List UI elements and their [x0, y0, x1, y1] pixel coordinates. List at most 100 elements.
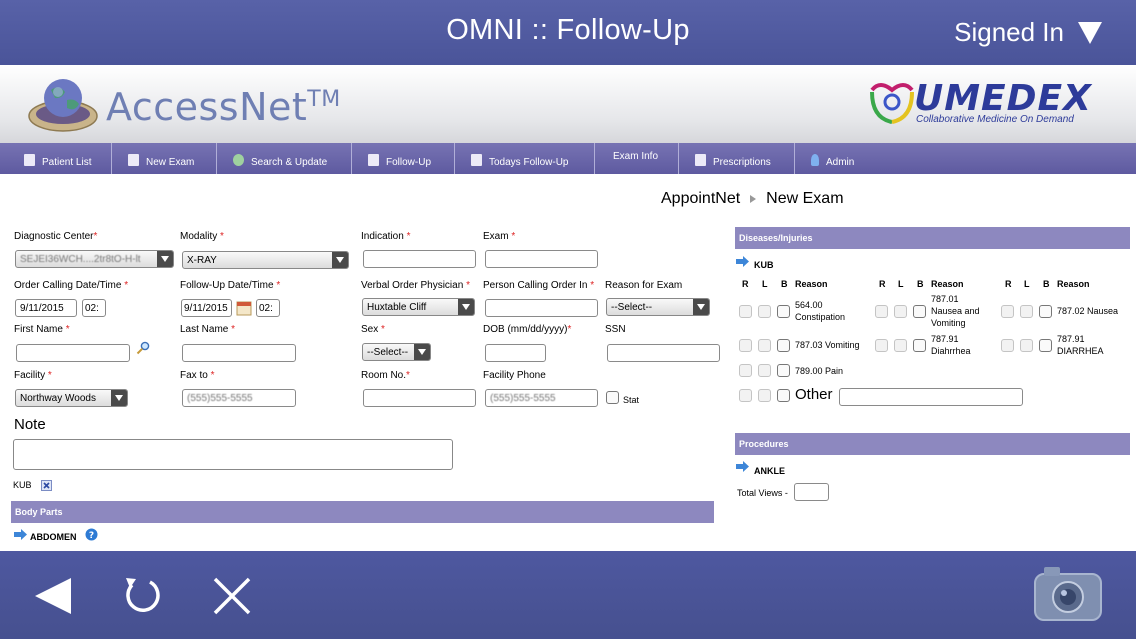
disease-l-checkbox[interactable] [1020, 305, 1033, 318]
disease-b-checkbox[interactable] [1039, 305, 1052, 318]
dob-input[interactable] [485, 344, 546, 362]
calendar-icon[interactable] [236, 300, 252, 316]
disease-b-checkbox[interactable] [777, 389, 790, 402]
breadcrumb-parent[interactable]: AppointNet [661, 190, 740, 208]
stat-label: Stat [623, 395, 640, 405]
reason-exam-select[interactable]: --Select-- [606, 298, 710, 316]
diagnostic-center-select[interactable]: SEJEI36WCH....2tr8tO-H-lt [15, 250, 174, 268]
disease-l-checkbox[interactable] [894, 339, 907, 352]
first-name-input[interactable] [16, 344, 130, 362]
arrow-right-icon [736, 256, 749, 267]
facility-phone-input[interactable]: (555)555-5555 [485, 389, 598, 407]
disease-r-checkbox[interactable] [739, 339, 752, 352]
nav-exam-info[interactable]: Exam Info [595, 143, 679, 174]
col-b: B [781, 279, 788, 289]
room-no-input[interactable] [363, 389, 476, 407]
note-textarea[interactable] [13, 439, 453, 470]
procedures-header: Procedures [735, 433, 1130, 455]
signed-in-label: Signed In [954, 17, 1064, 47]
indication-input[interactable] [363, 250, 476, 268]
umedex-logo: UMEDEX Collaborative Medicine On Demand [866, 78, 1126, 128]
disease-b-checkbox[interactable] [777, 364, 790, 377]
col-reason: Reason [795, 279, 828, 289]
ssn-input[interactable] [607, 344, 720, 362]
col-r: R [879, 279, 886, 289]
col-b: B [917, 279, 924, 289]
followup-time-input[interactable]: 02: [256, 299, 280, 317]
order-calling-label: Order Calling Date/Time * [14, 280, 129, 291]
other-input[interactable] [839, 388, 1023, 406]
body-part-item[interactable]: ABDOMEN [30, 532, 77, 542]
nav-new-exam[interactable]: New Exam [112, 143, 217, 174]
disease-l-checkbox[interactable] [1020, 339, 1033, 352]
procedure-item[interactable]: ANKLE [754, 466, 785, 476]
disease-l-checkbox[interactable] [758, 305, 771, 318]
fax-to-input[interactable]: (555)555-5555 [182, 389, 296, 407]
nav-todays-follow-up[interactable]: Todays Follow-Up [455, 143, 595, 174]
disease-l-checkbox[interactable] [894, 305, 907, 318]
chevron-down-icon [693, 299, 709, 315]
disease-b-checkbox[interactable] [913, 339, 926, 352]
disease-r-checkbox[interactable] [875, 339, 888, 352]
nav-follow-up[interactable]: Follow-Up [352, 143, 455, 174]
col-l: L [762, 279, 768, 289]
facility-select[interactable]: Northway Woods [15, 389, 128, 407]
disease-b-checkbox[interactable] [777, 305, 790, 318]
signed-in-menu[interactable]: Signed In [954, 17, 1102, 48]
disease-l-checkbox[interactable] [758, 389, 771, 402]
user-icon [811, 153, 819, 166]
order-calling-date-input[interactable]: 9/11/2015 [15, 299, 77, 317]
chevron-down-icon[interactable] [1078, 21, 1102, 44]
calendar-icon [368, 153, 379, 166]
disease-b-checkbox[interactable] [1039, 339, 1052, 352]
person-calling-label: Person Calling Order In * [483, 280, 595, 291]
disease-b-checkbox[interactable] [913, 305, 926, 318]
header-banner: AccessNetTM UMEDEX Collaborative Medicin… [0, 65, 1136, 143]
calendar-icon [471, 153, 482, 166]
diseases-header: Diseases/Injuries [735, 227, 1130, 249]
help-icon[interactable]: ? [85, 528, 98, 541]
accessnet-logo: AccessNetTM [106, 85, 341, 129]
verbal-physician-select[interactable]: Huxtable Cliff [362, 298, 475, 316]
magnifier-icon[interactable] [136, 341, 150, 355]
globe-logo-icon [28, 79, 98, 132]
facility-phone-label: Facility Phone [483, 370, 546, 381]
disease-l-checkbox[interactable] [758, 364, 771, 377]
modality-label: Modality * [180, 231, 224, 242]
camera-icon[interactable] [1032, 562, 1104, 624]
fax-to-label: Fax to * [180, 370, 215, 381]
modality-select[interactable]: X-RAY [182, 251, 349, 269]
order-calling-time-input[interactable]: 02: [82, 299, 106, 317]
chevron-down-icon [157, 251, 173, 267]
stat-checkbox[interactable] [606, 391, 619, 404]
nav-search-update[interactable]: Search & Update [217, 143, 352, 174]
refresh-icon[interactable] [120, 573, 164, 617]
close-icon[interactable] [41, 480, 52, 491]
title-bar: OMNI :: Follow-Up Signed In [0, 0, 1136, 65]
disease-b-checkbox[interactable] [777, 339, 790, 352]
reason-exam-label: Reason for Exam [605, 280, 683, 291]
disease-r-checkbox[interactable] [739, 305, 752, 318]
nav-admin[interactable]: Admin [795, 143, 895, 174]
sex-select[interactable]: --Select-- [362, 343, 431, 361]
nav-patient-list[interactable]: Patient List [0, 143, 112, 174]
followup-date-input[interactable]: 9/11/2015 [181, 299, 232, 317]
disease-item: 787.91 Diahrrhea [931, 334, 971, 356]
total-views-input[interactable] [794, 483, 829, 501]
person-calling-input[interactable] [485, 299, 598, 317]
disease-r-checkbox[interactable] [1001, 339, 1014, 352]
col-l: L [898, 279, 904, 289]
back-icon[interactable] [33, 577, 73, 615]
disease-r-checkbox[interactable] [1001, 305, 1014, 318]
disease-l-checkbox[interactable] [758, 339, 771, 352]
exam-input[interactable] [485, 250, 598, 268]
nav-prescriptions[interactable]: Prescriptions [679, 143, 795, 174]
disease-item: 789.00 Pain [795, 366, 844, 376]
disease-r-checkbox[interactable] [739, 364, 752, 377]
disease-r-checkbox[interactable] [739, 389, 752, 402]
disease-r-checkbox[interactable] [875, 305, 888, 318]
last-name-input[interactable] [182, 344, 296, 362]
close-icon[interactable] [212, 576, 252, 616]
document-icon [128, 153, 139, 166]
breadcrumb-current: New Exam [766, 190, 844, 207]
